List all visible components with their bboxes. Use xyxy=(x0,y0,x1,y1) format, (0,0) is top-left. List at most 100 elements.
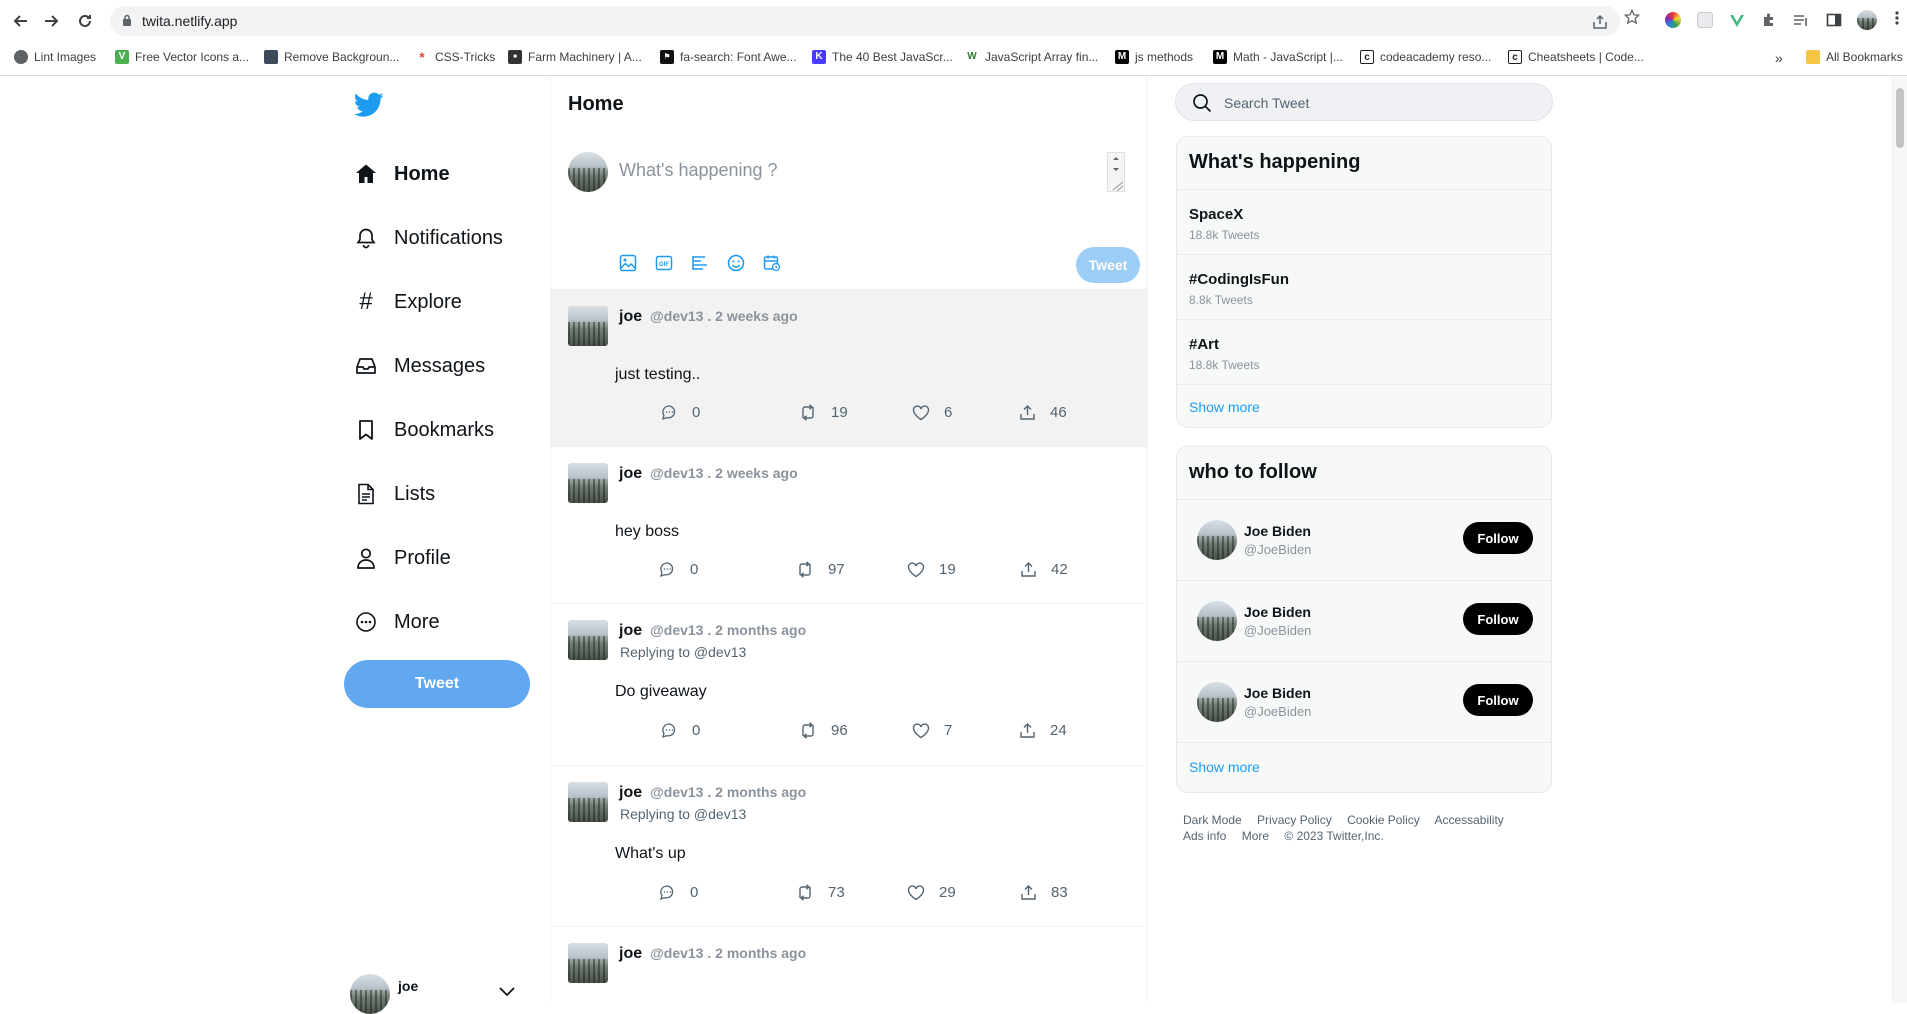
reading-list-icon[interactable] xyxy=(1793,12,1809,28)
emoji-icon[interactable] xyxy=(725,252,747,274)
sidebar-tweet-button[interactable]: Tweet xyxy=(344,660,530,708)
vue-devtools-icon[interactable] xyxy=(1729,12,1745,28)
compose-input[interactable] xyxy=(615,152,1095,204)
follow-button[interactable]: Follow xyxy=(1463,684,1533,716)
footer-accessibility-link[interactable]: Accessability xyxy=(1434,813,1503,827)
chevron-down-icon[interactable] xyxy=(498,984,516,1002)
image-icon[interactable] xyxy=(617,252,639,274)
sidebar-item-lists[interactable]: Lists xyxy=(354,474,435,514)
tweet-author[interactable]: joe xyxy=(619,945,642,963)
address-bar[interactable]: twita.netlify.app xyxy=(110,6,1620,36)
search-bar[interactable] xyxy=(1175,83,1553,121)
bookmark-item[interactable]: * CSS-Tricks xyxy=(415,50,495,64)
share-button[interactable]: 42 xyxy=(1020,561,1068,578)
sidebar-item-notifications[interactable]: Notifications xyxy=(354,218,503,258)
post-tweet-button[interactable]: Tweet xyxy=(1076,247,1140,283)
follow-show-more-link[interactable]: Show more xyxy=(1189,759,1260,775)
tweet-author[interactable]: joe xyxy=(619,308,642,326)
footer-dark-mode-link[interactable]: Dark Mode xyxy=(1183,813,1242,827)
retweet-button[interactable]: 97 xyxy=(796,561,845,578)
bookmarks-overflow-button[interactable]: » xyxy=(1775,50,1783,66)
comment-button[interactable]: 0 xyxy=(661,404,700,421)
replying-to[interactable]: Replying to @dev13 xyxy=(620,806,746,822)
like-button[interactable]: 19 xyxy=(907,561,956,578)
comment-button[interactable]: 0 xyxy=(661,722,700,739)
trends-show-more-link[interactable]: Show more xyxy=(1189,399,1260,415)
replying-to[interactable]: Replying to @dev13 xyxy=(620,644,746,660)
back-icon[interactable] xyxy=(10,10,32,32)
sidebar-item-home[interactable]: Home xyxy=(354,154,450,194)
all-bookmarks-folder[interactable]: All Bookmarks xyxy=(1806,50,1903,64)
tweet[interactable]: joe @dev13 . 2 months ago Replying to @d… xyxy=(551,604,1148,766)
footer-ads-link[interactable]: Ads info xyxy=(1183,829,1226,843)
retweet-button[interactable]: 19 xyxy=(799,404,848,421)
sidebar-item-more[interactable]: More xyxy=(354,602,440,642)
follow-suggestion[interactable]: Joe Biden @JoeBiden Follow xyxy=(1177,499,1551,580)
textarea-resize-handle[interactable] xyxy=(1107,152,1125,192)
puzzle-icon[interactable] xyxy=(1761,12,1777,28)
footer-cookie-link[interactable]: Cookie Policy xyxy=(1347,813,1420,827)
star-icon[interactable] xyxy=(1623,8,1641,29)
bookmark-item[interactable]: ■ Farm Machinery | A... xyxy=(508,50,642,64)
gif-icon[interactable]: GIF xyxy=(653,252,675,274)
bookmark-item[interactable]: K The 40 Best JavaScr... xyxy=(812,50,953,64)
sidebar-item-bookmarks[interactable]: Bookmarks xyxy=(354,410,494,450)
sidebar-item-messages[interactable]: Messages xyxy=(354,346,485,386)
trend-item[interactable]: SpaceX 18.8k Tweets xyxy=(1177,189,1551,254)
reload-icon[interactable] xyxy=(74,10,96,32)
follow-button[interactable]: Follow xyxy=(1463,522,1533,554)
share-button[interactable]: 24 xyxy=(1019,722,1067,739)
scrollbar-thumb[interactable] xyxy=(1896,88,1904,148)
color-picker-extension-icon[interactable] xyxy=(1665,12,1681,28)
page-scrollbar[interactable] xyxy=(1892,76,1907,1003)
schedule-icon[interactable] xyxy=(761,252,783,274)
share-icon[interactable] xyxy=(1592,14,1608,33)
trend-item[interactable]: #Art 18.8k Tweets xyxy=(1177,319,1551,384)
footer-more-link[interactable]: More xyxy=(1242,829,1269,843)
tweet[interactable]: joe @dev13 . 2 months ago xyxy=(551,927,1148,1003)
twitter-logo-icon[interactable] xyxy=(354,92,384,123)
sidebar-item-explore[interactable]: # Explore xyxy=(354,282,462,322)
trend-item[interactable]: #CodingIsFun 8.8k Tweets xyxy=(1177,254,1551,319)
comment-button[interactable]: 0 xyxy=(659,561,698,578)
bookmark-item[interactable]: Remove Backgroun... xyxy=(264,50,399,64)
tweet-author[interactable]: joe xyxy=(619,622,642,640)
tweet[interactable]: joe @dev13 . 2 weeks ago hey boss 0 97 1… xyxy=(551,447,1148,604)
like-button[interactable]: 7 xyxy=(912,722,952,739)
sidebar-item-profile[interactable]: Profile xyxy=(354,538,451,578)
tweet[interactable]: joe @dev13 . 2 months ago Replying to @d… xyxy=(551,766,1148,927)
bookmark-item[interactable]: M Math - JavaScript |... xyxy=(1213,50,1343,64)
tweet[interactable]: joe @dev13 . 2 weeks ago just testing.. … xyxy=(551,290,1148,447)
profile-avatar-icon[interactable] xyxy=(1857,10,1877,30)
tweet-text: hey boss xyxy=(615,523,680,540)
tweet-author[interactable]: joe xyxy=(619,465,642,483)
bookmark-item[interactable]: V Free Vector Icons a... xyxy=(115,50,249,64)
follow-button[interactable]: Follow xyxy=(1463,603,1533,635)
bookmark-item[interactable]: c Cheatsheets | Code... xyxy=(1508,50,1644,64)
follow-suggestion[interactable]: Joe Biden @JoeBiden Follow xyxy=(1177,580,1551,661)
share-button[interactable]: 83 xyxy=(1020,884,1068,901)
bookmark-item[interactable]: W JavaScript Array fin... xyxy=(965,50,1098,64)
bookmark-item[interactable]: Lint Images xyxy=(14,50,96,64)
retweet-button[interactable]: 96 xyxy=(799,722,848,739)
retweet-button[interactable]: 73 xyxy=(796,884,845,901)
side-panel-icon[interactable] xyxy=(1826,12,1842,28)
bookmark-item[interactable]: c codeacademy reso... xyxy=(1360,50,1491,64)
follow-suggestion[interactable]: Joe Biden @JoeBiden Follow xyxy=(1177,661,1551,742)
forward-icon[interactable] xyxy=(40,10,62,32)
search-input[interactable] xyxy=(1224,93,1524,113)
bookmark-item[interactable]: ⚑ fa-search: Font Awe... xyxy=(660,50,797,64)
footer-privacy-link[interactable]: Privacy Policy xyxy=(1257,813,1332,827)
account-switcher[interactable]: joe xyxy=(350,974,418,1014)
tweet-author[interactable]: joe xyxy=(619,784,642,802)
bookmark-item[interactable]: Mjs methods xyxy=(1115,50,1193,64)
share-button[interactable]: 46 xyxy=(1019,404,1067,421)
menu-kebab-icon[interactable] xyxy=(1895,10,1899,30)
like-button[interactable]: 29 xyxy=(907,884,956,901)
folder-icon xyxy=(1806,50,1820,64)
page-title: Home xyxy=(568,93,624,115)
like-button[interactable]: 6 xyxy=(912,404,952,421)
poll-icon[interactable] xyxy=(689,252,711,274)
extension-icon[interactable] xyxy=(1697,12,1713,28)
comment-button[interactable]: 0 xyxy=(659,884,698,901)
